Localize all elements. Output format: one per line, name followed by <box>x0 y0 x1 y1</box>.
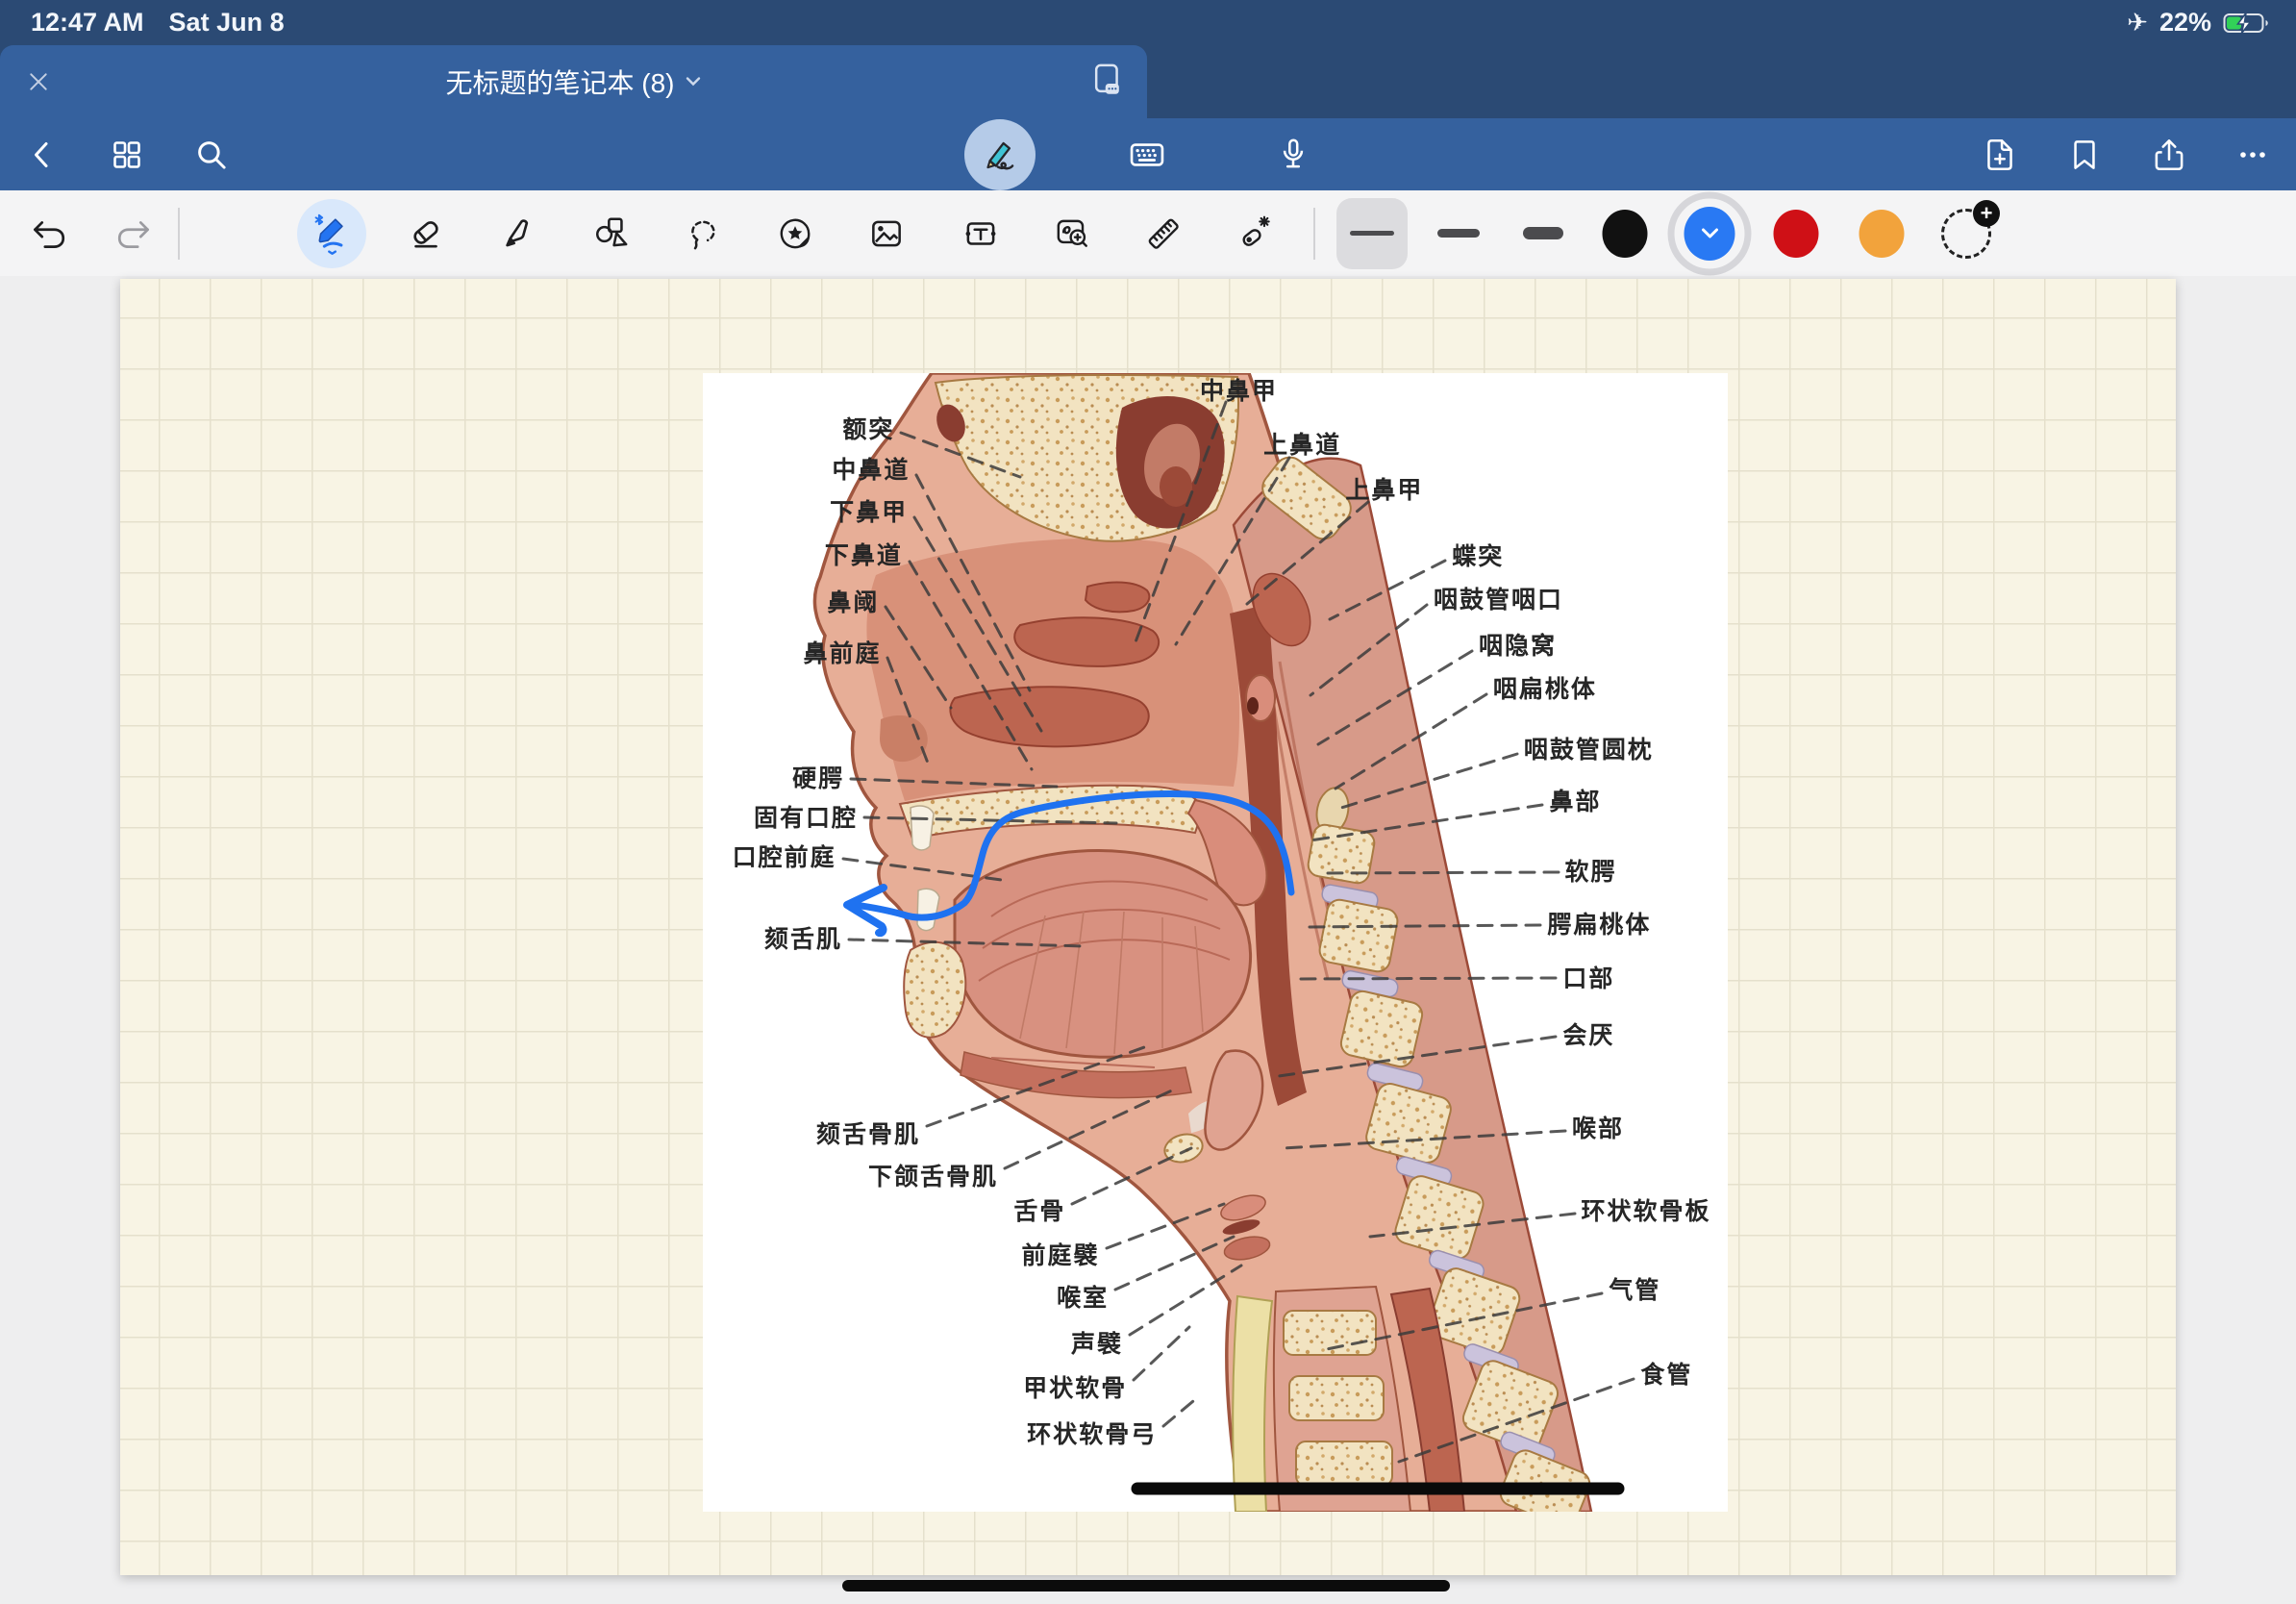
chevron-down-icon <box>685 76 702 88</box>
color-blue-swatch[interactable] <box>1685 207 1735 261</box>
canvas-area: 额突中鼻道下鼻甲下鼻道鼻阈鼻前庭硬腭固有口腔口腔前庭颏舌肌颏舌骨肌下颌舌骨肌舌骨… <box>0 276 2296 1604</box>
image-tool-button[interactable] <box>856 203 917 264</box>
main-toolbar <box>0 118 2296 190</box>
microphone-button[interactable] <box>1264 126 1322 184</box>
status-bar: 12:47 AM Sat Jun 8 ✈ 22% <box>0 0 2296 45</box>
notebook-title-button[interactable]: 无标题的笔记本 (8) <box>445 63 701 101</box>
redo-button[interactable] <box>104 203 165 264</box>
thickness-thin-button[interactable] <box>1336 198 1408 269</box>
lasso-tool-button[interactable] <box>673 203 735 264</box>
search-button[interactable] <box>183 126 240 184</box>
color-red-swatch[interactable] <box>1774 210 1819 258</box>
battery-percent: 22% <box>2159 8 2211 38</box>
sticker-tool-button[interactable] <box>764 203 826 264</box>
color-orange-swatch[interactable] <box>1859 210 1905 258</box>
add-page-button[interactable] <box>1971 126 2029 184</box>
pen-tool-button[interactable] <box>297 199 366 268</box>
elements-tool-button[interactable] <box>1041 203 1103 264</box>
shapes-tool-button[interactable] <box>582 203 643 264</box>
airplane-mode-icon: ✈ <box>2127 8 2148 38</box>
date: Sat Jun 8 <box>169 8 285 38</box>
eraser-tool-button[interactable] <box>395 203 457 264</box>
keyboard-button[interactable] <box>1118 126 1176 184</box>
thickness-thick-button[interactable] <box>1508 198 1579 269</box>
anatomy-figure <box>703 373 1728 1512</box>
ruler-tool-button[interactable] <box>1133 203 1194 264</box>
bookmark-button[interactable] <box>2056 126 2113 184</box>
page-layout-icon[interactable] <box>1091 63 1124 102</box>
plus-icon: + <box>1973 200 2000 227</box>
pen-mode-icon <box>978 133 1022 177</box>
tab-strip: 无标题的笔记本 (8) <box>0 45 2296 118</box>
divider <box>1313 208 1315 260</box>
divider <box>178 208 180 260</box>
highlighter-tool-button[interactable] <box>488 203 550 264</box>
notebook-title: 无标题的笔记本 (8) <box>445 63 674 101</box>
thickness-medium-button[interactable] <box>1423 198 1494 269</box>
laser-pointer-tool-button[interactable] <box>1224 203 1285 264</box>
notebook-tab[interactable]: 无标题的笔记本 (8) <box>0 45 1147 118</box>
color-black-swatch[interactable] <box>1603 210 1648 258</box>
clock: 12:47 AM <box>31 8 144 38</box>
notebook-page[interactable]: 额突中鼻道下鼻甲下鼻道鼻阈鼻前庭硬腭固有口腔口腔前庭颏舌肌颏舌骨肌下颌舌骨肌舌骨… <box>120 279 2176 1575</box>
thumbnails-button[interactable] <box>98 126 156 184</box>
add-color-button[interactable]: + <box>1941 209 1991 259</box>
tools-toolbar: + <box>0 190 2296 277</box>
text-tool-button[interactable] <box>950 203 1011 264</box>
close-tab-icon[interactable] <box>21 64 56 99</box>
anatomy-image[interactable]: 额突中鼻道下鼻甲下鼻道鼻阈鼻前庭硬腭固有口腔口腔前庭颏舌肌颏舌骨肌下颌舌骨肌舌骨… <box>703 373 1728 1512</box>
chevron-down-icon <box>1700 227 1719 239</box>
pen-mode-button[interactable] <box>964 119 1036 190</box>
pen-icon <box>311 212 353 256</box>
home-indicator[interactable] <box>842 1580 1450 1591</box>
goodnotes-app: 12:47 AM Sat Jun 8 ✈ 22% 无标题的笔记本 (8) <box>0 0 2296 1604</box>
share-button[interactable] <box>2140 126 2198 184</box>
back-button[interactable] <box>14 126 72 184</box>
battery-charging-icon <box>2223 11 2273 36</box>
undo-button[interactable] <box>17 203 79 264</box>
more-button[interactable] <box>2224 126 2282 184</box>
